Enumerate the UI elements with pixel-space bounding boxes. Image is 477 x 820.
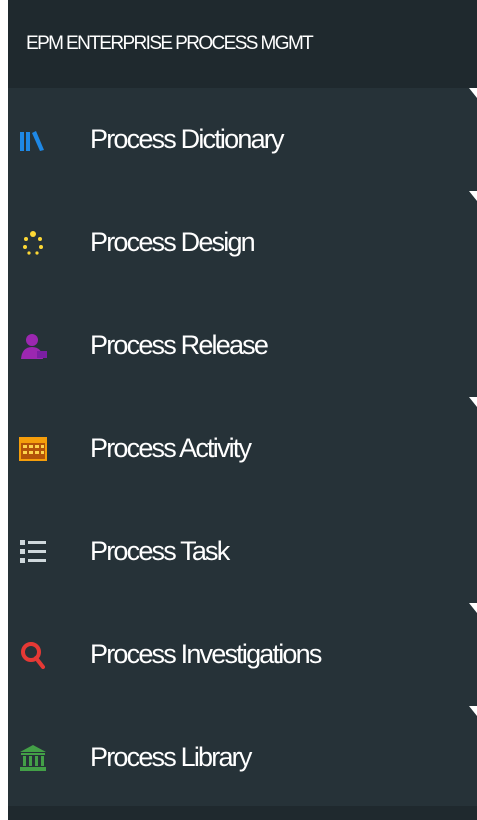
sidebar-item-process-task[interactable]: Process Task: [8, 500, 477, 603]
sidebar-item-process-release[interactable]: Process Release: [8, 294, 477, 397]
sidebar-item-label: Process Release: [90, 330, 269, 360]
library-books-icon: [18, 125, 48, 155]
sidebar-menu: Process Dictionary Process Design Proces…: [8, 88, 477, 809]
sidebar-item-process-library[interactable]: Process Library: [8, 706, 477, 809]
search-icon: [18, 640, 48, 670]
chevron-down-icon[interactable]: [469, 706, 477, 716]
chevron-down-icon[interactable]: [469, 397, 477, 407]
sidebar-item-process-design[interactable]: Process Design: [8, 191, 477, 294]
sidebar-item-label: Process Investigations: [90, 639, 322, 669]
design-sparkle-icon: [18, 228, 48, 258]
library-building-icon: [18, 743, 48, 773]
task-list-icon: [18, 537, 48, 567]
sidebar-item-process-activity[interactable]: Process Activity: [8, 397, 477, 500]
sidebar-item-label: Process Dictionary: [90, 124, 284, 154]
chevron-down-icon[interactable]: [469, 603, 477, 613]
chevron-down-icon[interactable]: [469, 191, 477, 201]
sidebar-item-label: Process Design: [90, 227, 256, 257]
user-release-icon: [18, 331, 48, 361]
sidebar-item-label: Process Library: [90, 742, 252, 772]
sidebar-item-process-dictionary[interactable]: Process Dictionary: [8, 88, 477, 191]
chevron-down-icon[interactable]: [469, 88, 477, 98]
sidebar-item-label: Process Task: [90, 536, 230, 566]
sidebar-item-label: Process Activity: [90, 433, 252, 463]
sidebar: EPM ENTERPRISE PROCESS MGMT Process Dict…: [8, 0, 477, 820]
sidebar-header: EPM ENTERPRISE PROCESS MGMT: [8, 0, 477, 88]
sidebar-item-process-investigations[interactable]: Process Investigations: [8, 603, 477, 706]
sidebar-footer: [8, 806, 477, 820]
calendar-activity-icon: [18, 434, 48, 464]
